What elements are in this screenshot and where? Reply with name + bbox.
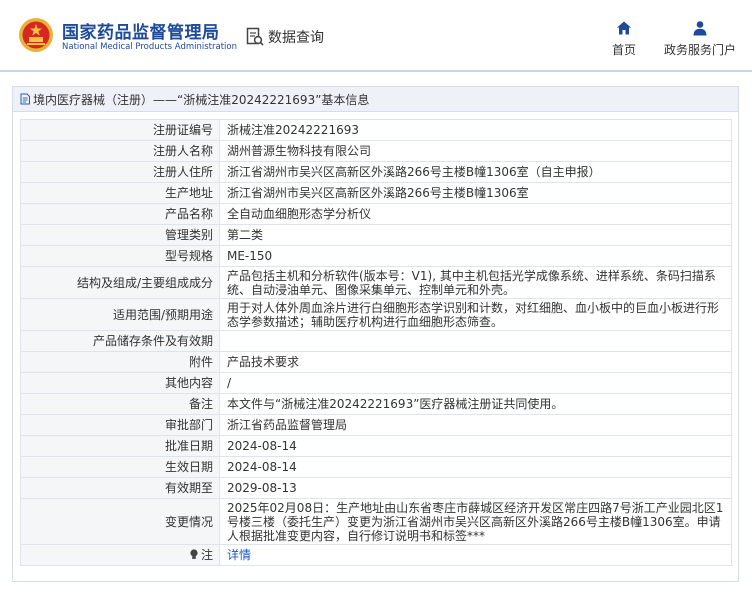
field-value: 湖州普源生物科技有限公司 <box>219 140 732 162</box>
table-row: 管理类别 第二类 <box>20 224 732 246</box>
field-label: 适用范围/预期用途 <box>20 298 220 331</box>
user-icon <box>693 21 707 36</box>
data-query-icon <box>246 27 264 46</box>
field-value: 2025年02月08日：生产地址由山东省枣庄市薛城区经济开发区常庄四路7号浙工产… <box>219 498 732 545</box>
table-row: 生产地址 浙江省湖州市吴兴区高新区外溪路266号主楼B幢1306室 <box>20 182 732 204</box>
table-row: 注 详情 <box>20 544 732 566</box>
nav-home[interactable]: 首页 <box>610 20 638 58</box>
data-query-label: 数据查询 <box>268 30 324 46</box>
field-value: 浙械注准20242221693 <box>219 119 732 141</box>
field-value: 浙江省湖州市吴兴区高新区外溪路266号主楼B幢1306室 <box>219 182 732 204</box>
table-row: 型号规格 ME-150 <box>20 245 732 267</box>
table-row: 生效日期 2024-08-14 <box>20 456 732 478</box>
field-label: 审批部门 <box>20 414 220 436</box>
field-label: 产品储存条件及有效期 <box>20 330 220 352</box>
table-row: 注册人名称 湖州普源生物科技有限公司 <box>20 140 732 162</box>
brand-subtitle: National Medical Products Administration <box>62 42 237 52</box>
table-row: 其他内容 / <box>20 372 732 394</box>
field-value: / <box>219 372 732 394</box>
field-value <box>219 330 732 352</box>
home-icon <box>617 21 631 35</box>
national-emblem-icon <box>19 18 53 52</box>
lightbulb-icon <box>190 549 198 559</box>
table-row: 审批部门 浙江省药品监督管理局 <box>20 414 732 436</box>
nav-home-label: 首页 <box>611 43 636 57</box>
field-value: 浙江省湖州市吴兴区高新区外溪路266号主楼B幢1306室（自主申报） <box>219 161 732 183</box>
detail-panel: 境内医疗器械（注册）——“浙械注准20242221693”基本信息 注册证编号 … <box>12 86 739 582</box>
nav-portal-label: 政务服务门户 <box>663 43 736 57</box>
field-label: 其他内容 <box>20 372 220 394</box>
details-link[interactable]: 详情 <box>227 548 251 562</box>
field-label: 注 <box>200 548 213 562</box>
field-value: 2024-08-14 <box>219 456 732 478</box>
table-row: 注册人住所 浙江省湖州市吴兴区高新区外溪路266号主楼B幢1306室（自主申报） <box>20 161 732 183</box>
data-query-link[interactable]: 数据查询 <box>246 27 324 47</box>
table-row: 备注 本文件与“浙械注准20242221693”医疗器械注册证共同使用。 <box>20 393 732 415</box>
site-header: 国家药品监督管理局 National Medical Products Admi… <box>0 0 752 72</box>
field-label: 生效日期 <box>20 456 220 478</box>
field-label: 产品名称 <box>20 203 220 225</box>
breadcrumb: 境内医疗器械（注册）——“浙械注准20242221693”基本信息 <box>13 87 738 112</box>
field-label: 附件 <box>20 351 220 373</box>
field-value: 2024-08-14 <box>219 435 732 457</box>
table-row: 注册证编号 浙械注准20242221693 <box>20 119 732 141</box>
brand-title: 国家药品监督管理局 <box>62 23 220 43</box>
field-label: 管理类别 <box>20 224 220 246</box>
table-row: 批准日期 2024-08-14 <box>20 435 732 457</box>
note-label-cell: 注 <box>20 544 220 566</box>
field-label: 注册证编号 <box>20 119 220 141</box>
field-value: 2029-08-13 <box>219 477 732 499</box>
field-label: 生产地址 <box>20 182 220 204</box>
table-row: 结构及组成/主要组成成分 产品包括主机和分析软件(版本号：V1), 其中主机包括… <box>20 266 732 299</box>
field-label: 备注 <box>20 393 220 415</box>
table-row: 产品名称 全自动血细胞形态学分析仪 <box>20 203 732 225</box>
field-label: 注册人名称 <box>20 140 220 162</box>
field-value: 产品包括主机和分析软件(版本号：V1), 其中主机包括光学成像系统、进样系统、条… <box>219 266 732 299</box>
table-row: 适用范围/预期用途 用于对人体外周血涂片进行白细胞形态学识别和计数，对红细胞、血… <box>20 298 732 331</box>
field-value: ME-150 <box>219 245 732 267</box>
field-label: 结构及组成/主要组成成分 <box>20 266 220 299</box>
table-row: 产品储存条件及有效期 <box>20 330 732 352</box>
field-value: 用于对人体外周血涂片进行白细胞形态学识别和计数，对红细胞、血小板中的巨血小板进行… <box>219 298 732 331</box>
nav-service-portal[interactable]: 政务服务门户 <box>662 20 738 58</box>
field-value: 本文件与“浙械注准20242221693”医疗器械注册证共同使用。 <box>219 393 732 415</box>
table-row: 附件 产品技术要求 <box>20 351 732 373</box>
field-label: 有效期至 <box>20 477 220 499</box>
detail-table: 注册证编号 浙械注准20242221693 注册人名称 湖州普源生物科技有限公司… <box>20 119 732 566</box>
field-label: 型号规格 <box>20 245 220 267</box>
field-value: 全自动血细胞形态学分析仪 <box>219 203 732 225</box>
field-label: 注册人住所 <box>20 161 220 183</box>
field-label: 变更情况 <box>20 498 220 545</box>
field-label: 批准日期 <box>20 435 220 457</box>
page-title: 境内医疗器械（注册）——“浙械注准20242221693”基本信息 <box>33 92 370 107</box>
field-value: 第二类 <box>219 224 732 246</box>
table-row: 变更情况 2025年02月08日：生产地址由山东省枣庄市薛城区经济开发区常庄四路… <box>20 498 732 545</box>
document-icon <box>20 93 30 105</box>
table-row: 有效期至 2029-08-13 <box>20 477 732 499</box>
field-value: 产品技术要求 <box>219 351 732 373</box>
field-value-cell: 详情 <box>219 544 732 566</box>
field-value: 浙江省药品监督管理局 <box>219 414 732 436</box>
